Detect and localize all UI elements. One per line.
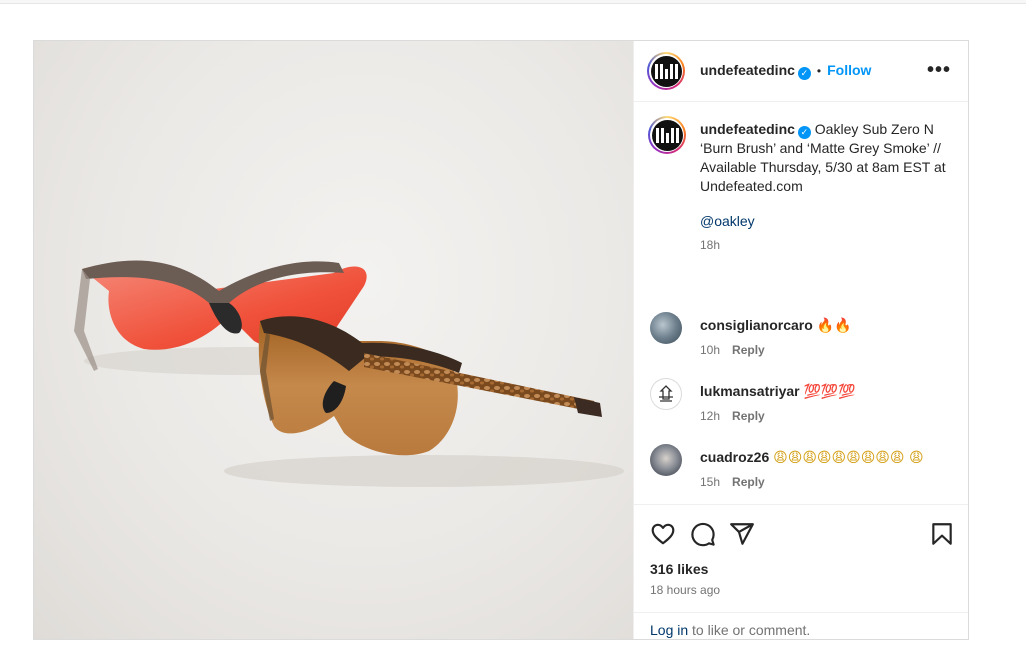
heart-icon[interactable] — [650, 521, 676, 547]
verified-badge-icon: ✓ — [797, 67, 811, 80]
bookmark-icon[interactable] — [929, 521, 955, 547]
comment-text: 😩😩😩😩😩😩😩😩😩 😩 — [773, 450, 924, 466]
post-actions: 316 likes 18 hours ago Log in to like or… — [634, 504, 968, 639]
instagram-post: undefeatedinc ✓ • Follow ••• undefeatedinc ✓… — [33, 40, 969, 640]
reply-button[interactable]: Reply — [732, 409, 765, 423]
verified-badge-icon: ✓ — [797, 126, 811, 139]
header-username[interactable]: undefeatedinc — [700, 62, 795, 78]
emblem-icon — [659, 385, 673, 402]
undefeated-logo-icon — [651, 119, 683, 151]
comment-text: 💯💯💯 — [803, 384, 856, 400]
profile-avatar[interactable] — [647, 52, 685, 90]
undefeated-logo-icon — [650, 55, 682, 87]
share-icon[interactable] — [729, 521, 755, 547]
reply-button[interactable]: Reply — [732, 475, 765, 489]
reply-button[interactable]: Reply — [732, 343, 765, 357]
comment-username[interactable]: cuadroz26 — [700, 449, 769, 465]
caption-body: undefeatedinc ✓ Oakley Sub Zero N ‘Burn B… — [700, 120, 950, 255]
comment-icon[interactable] — [690, 521, 716, 547]
login-prompt-text: to like or comment. — [688, 622, 811, 638]
browser-top-border — [0, 0, 1026, 4]
post-sidebar: undefeatedinc ✓ • Follow ••• undefeatedinc ✓… — [633, 41, 968, 639]
comment-username[interactable]: lukmansatriyar — [700, 383, 800, 399]
caption-mention-link[interactable]: @oakley — [700, 212, 950, 231]
post-header: undefeatedinc ✓ • Follow ••• — [634, 41, 968, 102]
comment-text: 🔥🔥 — [816, 318, 852, 334]
separator-dot: • — [816, 64, 822, 78]
comment-timestamp: 15h — [700, 475, 721, 489]
comments-section: undefeatedinc ✓ Oakley Sub Zero N ‘Burn B… — [634, 102, 968, 504]
more-options-icon[interactable]: ••• — [927, 59, 951, 82]
commenter-avatar[interactable] — [650, 378, 682, 410]
caption-timestamp: 18h — [700, 238, 721, 252]
post-time-ago: 18 hours ago — [650, 583, 721, 597]
sunglasses-photo — [74, 260, 624, 487]
commenter-avatar[interactable] — [650, 444, 682, 476]
login-bar: Log in to like or comment. — [634, 612, 968, 639]
commenter-avatar[interactable] — [650, 312, 682, 344]
comment-timestamp: 12h — [700, 409, 721, 423]
caption-username[interactable]: undefeatedinc — [700, 121, 795, 137]
post-image[interactable] — [34, 41, 633, 639]
comment-timestamp: 10h — [700, 343, 721, 357]
caption-avatar[interactable] — [648, 116, 686, 154]
comment-username[interactable]: consiglianorcaro — [700, 317, 813, 333]
follow-button[interactable]: Follow — [827, 62, 871, 78]
login-link[interactable]: Log in — [650, 622, 688, 638]
likes-count[interactable]: 316 likes — [650, 561, 708, 577]
